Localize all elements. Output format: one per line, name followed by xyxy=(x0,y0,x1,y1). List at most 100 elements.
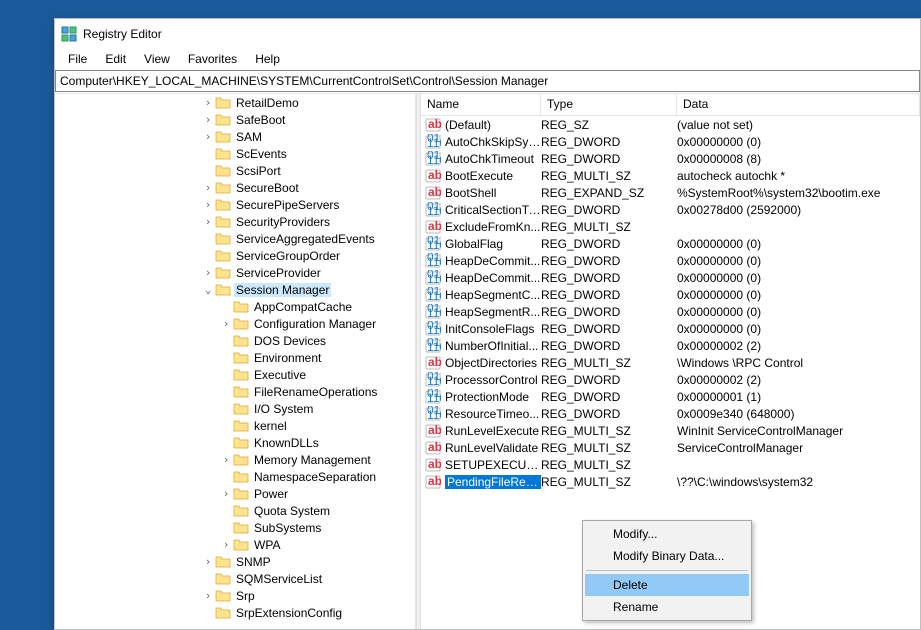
expander-icon[interactable] xyxy=(219,504,233,517)
list-row[interactable]: 011110HeapSegmentC...REG_DWORD0x00000000… xyxy=(421,286,920,303)
tree-item[interactable]: DOS Devices xyxy=(55,332,415,349)
menu-file[interactable]: File xyxy=(59,50,96,68)
expander-icon[interactable] xyxy=(219,385,233,398)
list-row[interactable]: 011110HeapDeCommit...REG_DWORD0x00000000… xyxy=(421,252,920,269)
tree-item[interactable]: FileRenameOperations xyxy=(55,383,415,400)
list-row[interactable]: ab(Default)REG_SZ(value not set) xyxy=(421,116,920,133)
col-type[interactable]: Type xyxy=(541,94,677,115)
tree-item[interactable]: ›SecureBoot xyxy=(55,179,415,196)
list-row[interactable]: 011110AutoChkTimeoutREG_DWORD0x00000008 … xyxy=(421,150,920,167)
tree-item[interactable]: ›Power xyxy=(55,485,415,502)
expander-icon[interactable] xyxy=(219,521,233,534)
address-bar[interactable]: Computer\HKEY_LOCAL_MACHINE\SYSTEM\Curre… xyxy=(55,70,920,92)
tree-view[interactable]: ›RetailDemo›SafeBoot›SAM ScEvents ScsiPo… xyxy=(55,94,416,629)
list-row[interactable]: abPendingFileRen...REG_MULTI_SZ\??\C:\wi… xyxy=(421,473,920,490)
tree-item[interactable]: ScEvents xyxy=(55,145,415,162)
tree-item[interactable]: ›Memory Management xyxy=(55,451,415,468)
tree-item[interactable]: ›ServiceProvider xyxy=(55,264,415,281)
tree-item[interactable]: Executive xyxy=(55,366,415,383)
list-row[interactable]: 011110ResourceTimeo...REG_DWORD0x0009e34… xyxy=(421,405,920,422)
menu-favorites[interactable]: Favorites xyxy=(179,50,246,68)
list-row[interactable]: abExcludeFromKn...REG_MULTI_SZ xyxy=(421,218,920,235)
list-row[interactable]: 011110InitConsoleFlagsREG_DWORD0x0000000… xyxy=(421,320,920,337)
expander-icon[interactable] xyxy=(201,249,215,262)
col-data[interactable]: Data xyxy=(677,94,920,115)
titlebar[interactable]: Registry Editor xyxy=(55,19,920,49)
list-row[interactable]: abSETUPEXECUTEREG_MULTI_SZ xyxy=(421,456,920,473)
tree-item[interactable]: ›RetailDemo xyxy=(55,94,415,111)
tree-item[interactable]: ›SafeBoot xyxy=(55,111,415,128)
expander-icon[interactable]: › xyxy=(219,317,233,330)
list-row[interactable]: 011110HeapSegmentR...REG_DWORD0x00000000… xyxy=(421,303,920,320)
list-row[interactable]: abBootShellREG_EXPAND_SZ%SystemRoot%\sys… xyxy=(421,184,920,201)
folder-icon xyxy=(233,520,249,536)
tree-item[interactable]: ServiceAggregatedEvents xyxy=(55,230,415,247)
list-row[interactable]: 011110CriticalSectionTi...REG_DWORD0x002… xyxy=(421,201,920,218)
tree-item[interactable]: ›Configuration Manager xyxy=(55,315,415,332)
context-menu-item[interactable]: Rename xyxy=(585,596,749,618)
tree-item[interactable]: NamespaceSeparation xyxy=(55,468,415,485)
expander-icon[interactable] xyxy=(219,368,233,381)
expander-icon[interactable]: › xyxy=(201,96,215,109)
expander-icon[interactable] xyxy=(201,164,215,177)
tree-item[interactable]: I/O System xyxy=(55,400,415,417)
tree-item[interactable]: SrpExtensionConfig xyxy=(55,604,415,621)
expander-icon[interactable]: › xyxy=(219,487,233,500)
tree-item[interactable]: AppCompatCache xyxy=(55,298,415,315)
expander-icon[interactable] xyxy=(219,402,233,415)
expander-icon[interactable]: › xyxy=(201,130,215,143)
tree-item[interactable]: ⌄Session Manager xyxy=(55,281,415,298)
expander-icon[interactable]: › xyxy=(201,113,215,126)
list-row[interactable]: 011110GlobalFlagREG_DWORD0x00000000 (0) xyxy=(421,235,920,252)
tree-item[interactable]: Environment xyxy=(55,349,415,366)
list-row[interactable]: abRunLevelValidateREG_MULTI_SZServiceCon… xyxy=(421,439,920,456)
tree-item[interactable]: SubSystems xyxy=(55,519,415,536)
tree-item[interactable]: KnownDLLs xyxy=(55,434,415,451)
expander-icon[interactable]: ⌄ xyxy=(201,283,215,296)
tree-item[interactable]: ›SecurityProviders xyxy=(55,213,415,230)
tree-item[interactable]: SQMServiceList xyxy=(55,570,415,587)
expander-icon[interactable] xyxy=(219,436,233,449)
menu-help[interactable]: Help xyxy=(246,50,289,68)
list-row[interactable]: 011110AutoChkSkipSys...REG_DWORD0x000000… xyxy=(421,133,920,150)
expander-icon[interactable]: › xyxy=(219,538,233,551)
list-row[interactable]: abRunLevelExecuteREG_MULTI_SZWinInit Ser… xyxy=(421,422,920,439)
expander-icon[interactable] xyxy=(201,572,215,585)
tree-item[interactable]: ServiceGroupOrder xyxy=(55,247,415,264)
list-row[interactable]: abBootExecuteREG_MULTI_SZautocheck autoc… xyxy=(421,167,920,184)
expander-icon[interactable] xyxy=(219,351,233,364)
tree-item[interactable]: ›WPA xyxy=(55,536,415,553)
menu-edit[interactable]: Edit xyxy=(96,50,135,68)
tree-item[interactable]: ScsiPort xyxy=(55,162,415,179)
expander-icon[interactable]: › xyxy=(219,453,233,466)
expander-icon[interactable]: › xyxy=(201,181,215,194)
tree-item[interactable]: ›Srp xyxy=(55,587,415,604)
tree-item[interactable]: kernel xyxy=(55,417,415,434)
expander-icon[interactable] xyxy=(201,232,215,245)
tree-item[interactable]: ›SecurePipeServers xyxy=(55,196,415,213)
expander-icon[interactable]: › xyxy=(201,589,215,602)
tree-item[interactable]: ›SNMP xyxy=(55,553,415,570)
expander-icon[interactable] xyxy=(201,147,215,160)
col-name[interactable]: Name xyxy=(421,94,541,115)
list-row[interactable]: 011110NumberOfInitial...REG_DWORD0x00000… xyxy=(421,337,920,354)
expander-icon[interactable] xyxy=(201,606,215,619)
tree-item[interactable]: ›SAM xyxy=(55,128,415,145)
list-row[interactable]: 011110ProtectionModeREG_DWORD0x00000001 … xyxy=(421,388,920,405)
expander-icon[interactable] xyxy=(219,300,233,313)
expander-icon[interactable] xyxy=(219,470,233,483)
menu-view[interactable]: View xyxy=(135,50,179,68)
expander-icon[interactable]: › xyxy=(201,555,215,568)
context-menu-item[interactable]: Modify... xyxy=(585,523,749,545)
context-menu-item[interactable]: Delete xyxy=(585,574,749,596)
expander-icon[interactable] xyxy=(219,334,233,347)
tree-item[interactable]: Quota System xyxy=(55,502,415,519)
expander-icon[interactable]: › xyxy=(201,266,215,279)
expander-icon[interactable]: › xyxy=(201,198,215,211)
list-row[interactable]: abObjectDirectoriesREG_MULTI_SZ\Windows … xyxy=(421,354,920,371)
list-row[interactable]: 011110HeapDeCommit...REG_DWORD0x00000000… xyxy=(421,269,920,286)
expander-icon[interactable] xyxy=(219,419,233,432)
list-row[interactable]: 011110ProcessorControlREG_DWORD0x0000000… xyxy=(421,371,920,388)
context-menu-item[interactable]: Modify Binary Data... xyxy=(585,545,749,567)
expander-icon[interactable]: › xyxy=(201,215,215,228)
